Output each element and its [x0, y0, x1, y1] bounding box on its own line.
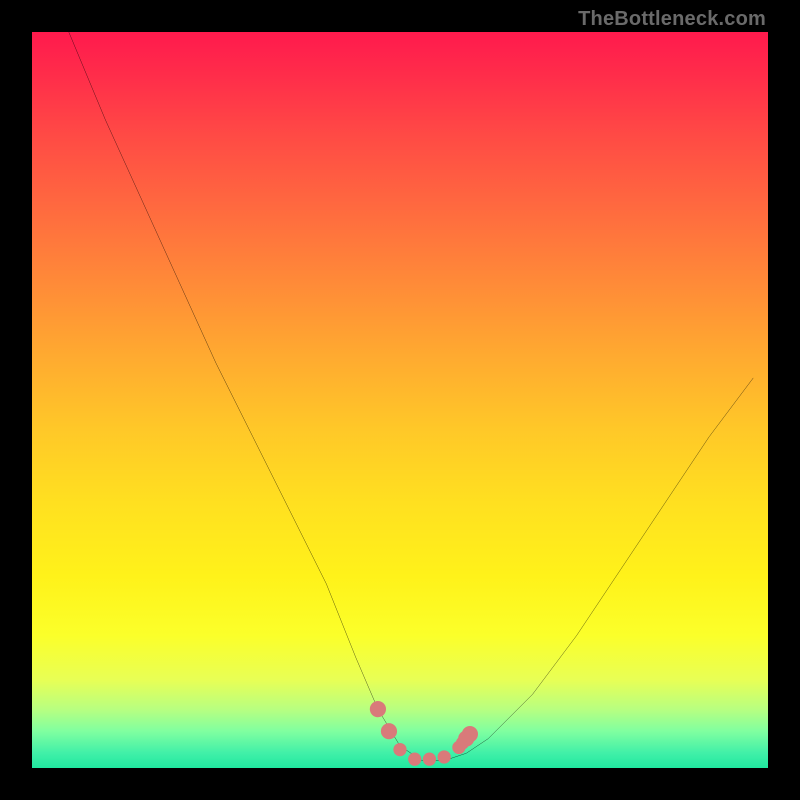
source-label: TheBottleneck.com — [578, 8, 766, 31]
optimal-marker — [370, 701, 386, 717]
optimal-marker — [381, 723, 397, 739]
optimal-markers — [370, 701, 478, 766]
optimal-marker — [462, 726, 478, 742]
optimal-marker — [438, 750, 451, 763]
optimal-marker — [408, 753, 421, 766]
plot-area — [32, 32, 768, 768]
chart-frame: TheBottleneck.com — [0, 0, 800, 800]
bottleneck-curve — [69, 32, 753, 761]
curve-layer — [32, 32, 768, 768]
optimal-marker — [423, 753, 436, 766]
optimal-marker — [393, 743, 406, 756]
